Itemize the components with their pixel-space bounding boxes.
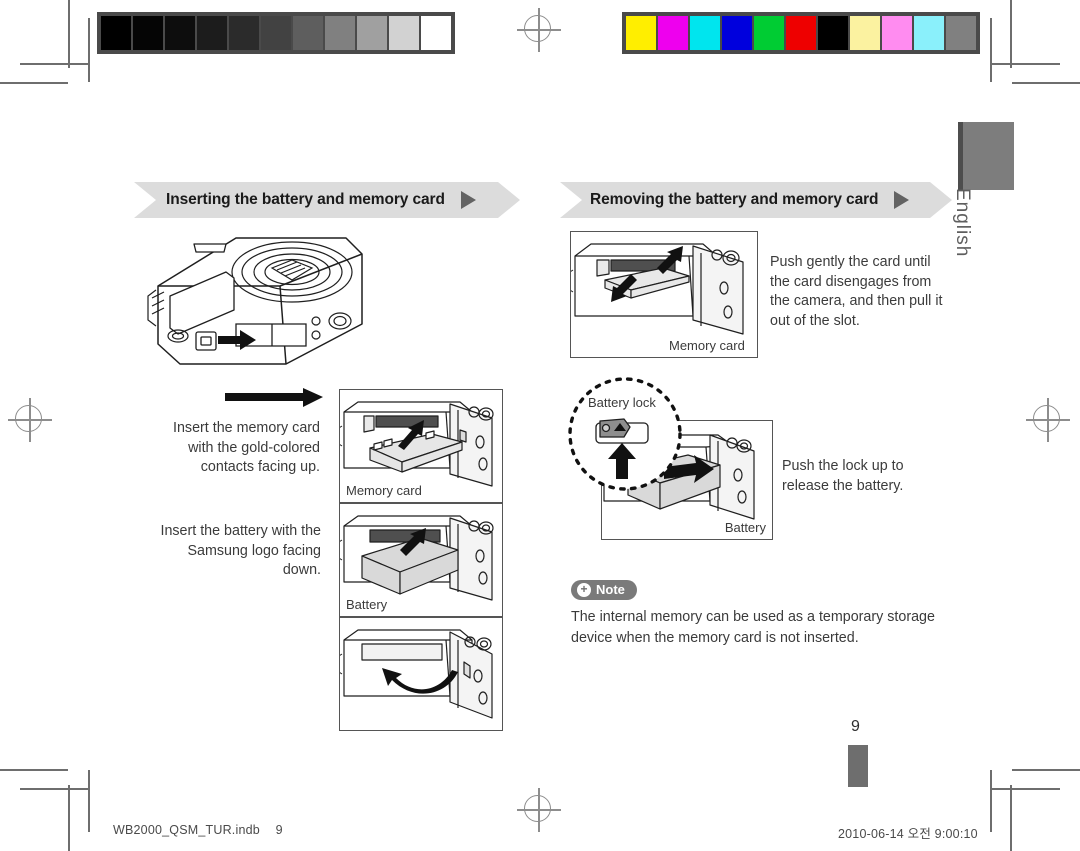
crop-mark-top-right-v xyxy=(1010,0,1012,68)
grayscale-swatch xyxy=(261,16,291,50)
section-banner-left: Inserting the battery and memory card xyxy=(134,182,520,218)
figure-label-memory-card-right: Memory card xyxy=(669,338,745,353)
right-instruction-1: Push gently the card until the card dise… xyxy=(770,254,943,329)
left-instruction-1: Insert the memory card with the gold-col… xyxy=(173,420,320,475)
figure-insert-memory-card: Memory card xyxy=(339,389,503,503)
crop-mark-bottom-right-v xyxy=(1010,785,1012,851)
footer-file-name: WB2000_QSM_TUR.indb 9 xyxy=(113,823,283,837)
left-instruction-2: Insert the battery with the Samsung logo… xyxy=(160,523,321,578)
page-edge-tab xyxy=(848,745,868,787)
figure-remove-memory-card: Memory card xyxy=(570,231,758,358)
grayscale-swatch xyxy=(229,16,259,50)
registration-mark-top xyxy=(517,8,561,52)
flow-arrow-down-left xyxy=(225,388,325,410)
footer-timestamp: 2010-06-14 오전 9:00:10 xyxy=(838,827,978,841)
figure-label-battery-right: Battery xyxy=(724,520,766,535)
color-swatch xyxy=(882,16,912,50)
note-text: The internal memory can be used as a tem… xyxy=(571,609,935,646)
crop-mark-inner-tr-h xyxy=(992,63,1060,65)
note-badge-label: Note xyxy=(596,582,625,597)
color-swatch xyxy=(786,16,816,50)
play-triangle-icon-left xyxy=(460,191,476,209)
section-banner-right: Removing the battery and memory card xyxy=(560,182,952,218)
registration-mark-bottom xyxy=(517,788,561,832)
crop-mark-inner-tr-v xyxy=(990,18,992,82)
color-swatch xyxy=(754,16,784,50)
color-swatch xyxy=(850,16,880,50)
camera-body-illustration xyxy=(140,224,372,372)
section-title-left: Inserting the battery and memory card xyxy=(166,191,445,208)
crop-mark-bottom-left-h xyxy=(0,769,68,771)
grayscale-swatch xyxy=(357,16,387,50)
grayscale-swatch xyxy=(165,16,195,50)
color-swatch xyxy=(722,16,752,50)
crop-mark-inner-bl-h xyxy=(20,788,88,790)
color-swatch xyxy=(818,16,848,50)
color-calibration-strip xyxy=(622,12,980,54)
figure-label-battery-lock: Battery lock xyxy=(588,395,656,410)
figure-close-battery-cover xyxy=(339,617,503,731)
grayscale-swatch xyxy=(101,16,131,50)
grayscale-swatch xyxy=(293,16,323,50)
grayscale-swatch xyxy=(133,16,163,50)
plus-circle-icon: + xyxy=(577,582,591,597)
manual-page: English Inserting the battery and memory… xyxy=(0,0,1080,851)
right-instruction-2: Push the lock up to release the battery. xyxy=(782,458,904,494)
grayscale-swatch xyxy=(197,16,227,50)
figure-insert-battery: Battery xyxy=(339,503,503,617)
crop-mark-top-right-h xyxy=(1012,82,1080,84)
footer-file-page: 9 xyxy=(275,823,283,837)
language-tab-label: English xyxy=(952,188,973,258)
section-title-right: Removing the battery and memory card xyxy=(590,191,879,208)
page-number: 9 xyxy=(851,718,860,735)
figure-label-memory-card-left: Memory card xyxy=(346,483,422,498)
color-swatch xyxy=(914,16,944,50)
crop-mark-bottom-left-v xyxy=(68,785,70,851)
language-tab-block xyxy=(958,122,1014,190)
grayscale-swatch xyxy=(325,16,355,50)
color-swatch xyxy=(658,16,688,50)
footer-file-name-text: WB2000_QSM_TUR.indb xyxy=(113,823,260,837)
crop-mark-bottom-right-h xyxy=(1012,769,1080,771)
language-tab-edge xyxy=(958,122,963,190)
grayscale-calibration-strip xyxy=(97,12,455,54)
note-badge: + Note xyxy=(571,580,637,600)
crop-mark-top-left-h xyxy=(0,82,68,84)
color-swatch xyxy=(690,16,720,50)
color-swatch xyxy=(626,16,656,50)
registration-mark-right xyxy=(1026,398,1070,442)
crop-mark-inner-br-v xyxy=(990,770,992,832)
crop-mark-inner-br-h xyxy=(992,788,1060,790)
crop-mark-inner-tl-v xyxy=(88,18,90,82)
crop-mark-top-left-v xyxy=(68,0,70,68)
crop-mark-inner-tl-h xyxy=(20,63,88,65)
color-swatch xyxy=(946,16,976,50)
registration-mark-left xyxy=(8,398,52,442)
grayscale-swatch xyxy=(421,16,451,50)
battery-lock-callout xyxy=(566,375,684,493)
figure-label-battery-left: Battery xyxy=(346,597,388,612)
crop-mark-inner-bl-v xyxy=(88,770,90,832)
play-triangle-icon-right xyxy=(894,191,910,209)
grayscale-swatch xyxy=(389,16,419,50)
